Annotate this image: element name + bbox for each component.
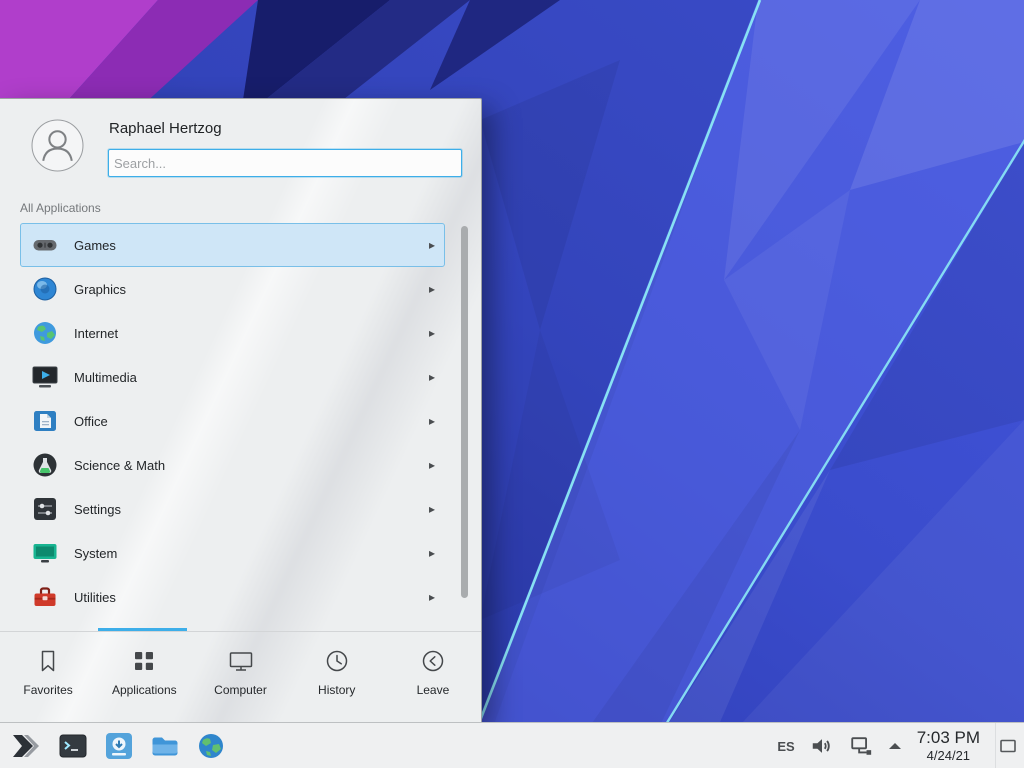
tab-applications[interactable]: Applications [96, 632, 192, 723]
category-row-multimedia[interactable]: Multimedia [20, 355, 445, 399]
category-row-internet[interactable]: Internet [20, 311, 445, 355]
file-manager-icon[interactable] [150, 731, 180, 761]
chevron-right-icon [429, 591, 435, 603]
show-desktop-icon [999, 737, 1017, 755]
chevron-right-icon [429, 327, 435, 339]
tab-label: Computer [214, 683, 267, 697]
computer-icon [227, 647, 255, 675]
category-label: Science & Math [74, 458, 165, 473]
category-row-help[interactable]: Help [20, 619, 445, 629]
category-label: System [74, 546, 117, 561]
clock[interactable]: 7:03 PM 4/24/21 [917, 728, 980, 763]
tab-label: Favorites [23, 683, 72, 697]
category-label: Office [74, 414, 108, 429]
category-row-science-math[interactable]: Science & Math [20, 443, 445, 487]
system-monitor-icon [31, 539, 59, 567]
bookmark-icon [34, 647, 62, 675]
history-clock-icon [323, 647, 351, 675]
app-grid-icon [130, 647, 158, 675]
category-row-system[interactable]: System [20, 531, 445, 575]
scrollbar [461, 226, 468, 598]
gamepad-icon [31, 231, 59, 259]
category-row-games[interactable]: Games [20, 223, 445, 267]
keyboard-layout-indicator[interactable]: ES [777, 739, 794, 754]
clock-date: 4/24/21 [917, 748, 980, 763]
chevron-right-icon [429, 459, 435, 471]
science-flask-icon [31, 451, 59, 479]
category-label: Graphics [74, 282, 126, 297]
multimedia-icon [31, 363, 59, 391]
system-tray: ES 7:03 PM 4/24/21 [777, 723, 1024, 768]
taskbar-launchers [0, 729, 226, 763]
chevron-right-icon [429, 239, 435, 251]
toolbox-icon [31, 583, 59, 611]
chevron-right-icon [429, 415, 435, 427]
application-launcher-menu: Raphael Hertzog All Applications Games G… [0, 98, 482, 723]
category-list: Games Graphics Internet [20, 223, 445, 629]
terminal-icon[interactable] [58, 731, 88, 761]
category-label: Games [74, 238, 116, 253]
tab-label: History [318, 683, 355, 697]
software-center-icon[interactable] [104, 731, 134, 761]
desktop: Raphael Hertzog All Applications Games G… [0, 0, 1024, 768]
globe-icon [31, 319, 59, 347]
search-input[interactable] [108, 149, 462, 177]
category-label: Internet [74, 326, 118, 341]
settings-sliders-icon [31, 495, 59, 523]
clock-time: 7:03 PM [917, 728, 980, 748]
app-launcher-icon[interactable] [8, 729, 42, 763]
user-avatar [31, 119, 84, 172]
expand-tray-icon[interactable] [888, 741, 902, 751]
chevron-right-icon [429, 503, 435, 515]
volume-icon[interactable] [810, 734, 834, 758]
tab-history[interactable]: History [289, 632, 385, 723]
show-desktop-button[interactable] [995, 723, 1020, 768]
chevron-right-icon [429, 547, 435, 559]
web-browser-icon[interactable] [196, 731, 226, 761]
category-row-graphics[interactable]: Graphics [20, 267, 445, 311]
chevron-right-icon [429, 371, 435, 383]
taskbar: ES 7:03 PM 4/24/21 [0, 722, 1024, 768]
section-label: All Applications [20, 201, 101, 215]
chevron-right-icon [429, 283, 435, 295]
network-icon[interactable] [849, 734, 873, 758]
tab-label: Leave [417, 683, 450, 697]
tab-favorites[interactable]: Favorites [0, 632, 96, 723]
help-icon [31, 627, 59, 629]
scrollbar-thumb[interactable] [461, 226, 468, 598]
launcher-tabbar: Favorites Applications Computer History [0, 631, 481, 723]
office-icon [31, 407, 59, 435]
leave-icon [419, 647, 447, 675]
category-label: Utilities [74, 590, 116, 605]
tab-computer[interactable]: Computer [192, 632, 288, 723]
category-label: Multimedia [74, 370, 137, 385]
category-row-settings[interactable]: Settings [20, 487, 445, 531]
user-name: Raphael Hertzog [109, 120, 222, 137]
category-label: Settings [74, 502, 121, 517]
category-row-utilities[interactable]: Utilities [20, 575, 445, 619]
tab-label: Applications [112, 683, 177, 697]
tab-leave[interactable]: Leave [385, 632, 481, 723]
category-row-office[interactable]: Office [20, 399, 445, 443]
graphics-icon [31, 275, 59, 303]
